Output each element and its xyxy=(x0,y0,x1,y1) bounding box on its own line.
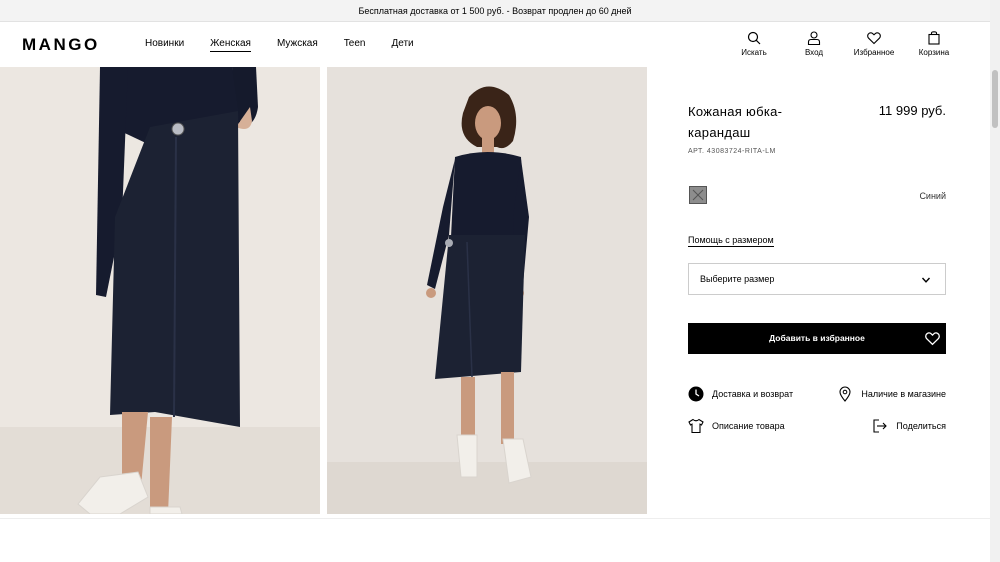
login-label: Вход xyxy=(804,48,824,57)
product-description-label: Описание товара xyxy=(712,421,785,431)
delivery-returns-link[interactable]: Доставка и возврат xyxy=(688,386,793,402)
heart-icon xyxy=(925,332,940,346)
size-select-label: Выберите размер xyxy=(700,274,775,284)
clock-icon xyxy=(688,386,704,402)
header-actions: Искать Вход Избранное Корзина xyxy=(736,31,952,57)
product-article: АРТ. 43083724-RITA-LM xyxy=(688,148,776,155)
heart-icon xyxy=(867,32,881,45)
nav-men[interactable]: Мужская xyxy=(277,38,318,52)
product-image-2-graphic xyxy=(327,67,647,514)
search-label: Искать xyxy=(741,48,767,57)
nav-kids[interactable]: Дети xyxy=(391,38,413,52)
product-price: 11 999 руб. xyxy=(878,103,946,118)
promo-banner: Бесплатная доставка от 1 500 руб. - Возв… xyxy=(0,0,990,22)
scrollbar-thumb[interactable] xyxy=(992,70,998,128)
nav-women[interactable]: Женская xyxy=(210,38,251,52)
share-label: Поделиться xyxy=(896,421,946,431)
store-availability-link[interactable]: Наличие в магазине xyxy=(837,386,946,402)
add-to-favorites-button[interactable]: Добавить в избранное xyxy=(688,323,946,354)
product-image-1[interactable] xyxy=(0,67,320,514)
product-image-2[interactable] xyxy=(327,67,647,514)
tshirt-icon xyxy=(688,418,704,434)
size-help-link[interactable]: Помощь с размером xyxy=(688,235,774,247)
store-availability-label: Наличие в магазине xyxy=(861,389,946,399)
color-swatch[interactable] xyxy=(689,186,707,204)
add-to-favorites-label: Добавить в избранное xyxy=(769,333,865,343)
bag-icon xyxy=(928,31,940,45)
search-icon xyxy=(747,31,761,45)
size-select[interactable]: Выберите размер xyxy=(688,263,946,295)
swatch-cross-icon xyxy=(692,189,704,201)
favorites-button[interactable]: Избранное xyxy=(853,31,895,57)
location-pin-icon xyxy=(839,386,851,402)
cart-button[interactable]: Корзина xyxy=(916,31,952,57)
nav-new[interactable]: Новинки xyxy=(145,38,184,52)
chevron-down-icon xyxy=(921,277,931,283)
site-header: MANGO Новинки Женская Мужская Teen Дети … xyxy=(0,23,990,67)
share-icon xyxy=(873,419,888,433)
main-nav: Новинки Женская Мужская Teen Дети xyxy=(145,38,414,52)
color-name: Синий xyxy=(919,191,946,201)
page-scrollbar[interactable] xyxy=(990,0,1000,562)
logo[interactable]: MANGO xyxy=(22,35,100,55)
product-title: Кожаная юбка-карандаш xyxy=(688,104,783,140)
delivery-returns-label: Доставка и возврат xyxy=(712,389,794,399)
favorites-label: Избранное xyxy=(853,48,895,57)
login-button[interactable]: Вход xyxy=(796,31,832,57)
product-image-1-graphic xyxy=(0,67,320,514)
divider xyxy=(0,518,990,519)
share-link[interactable]: Поделиться xyxy=(872,418,946,434)
product-description-link[interactable]: Описание товара xyxy=(688,418,785,434)
nav-teen[interactable]: Teen xyxy=(344,38,366,52)
user-icon xyxy=(807,31,821,45)
cart-label: Корзина xyxy=(918,48,950,57)
search-button[interactable]: Искать xyxy=(736,31,772,57)
